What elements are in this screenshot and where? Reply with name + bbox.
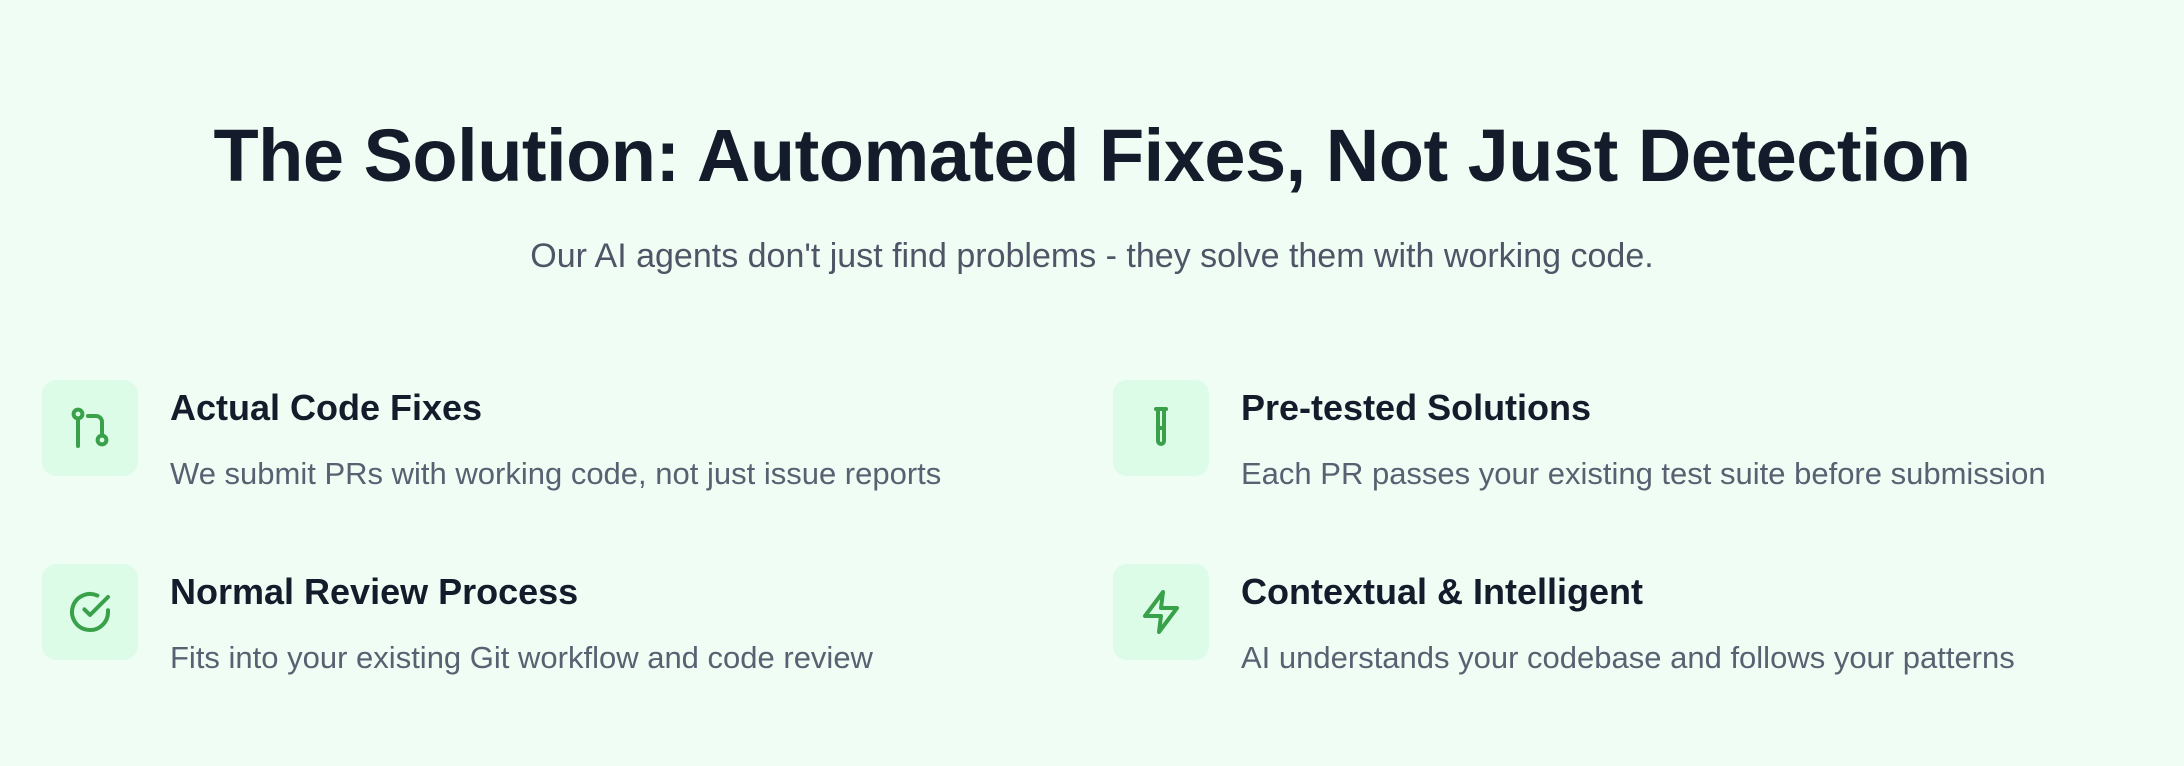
check-circle-icon [70,592,110,632]
lightning-bolt-icon [1143,590,1179,634]
solution-section: The Solution: Automated Fixes, Not Just … [0,0,2184,766]
feature-title: Pre-tested Solutions [1241,387,1592,428]
feature-icon-container [42,380,138,476]
feature-actual-code-fixes: Actual Code Fixes We submit PRs with wor… [42,380,1082,491]
feature-contextual-intelligent: Contextual & Intelligent AI understands … [1113,564,2153,675]
section-title: The Solution: Automated Fixes, Not Just … [213,114,1971,197]
section-subtitle: Our AI agents don't just find problems -… [530,237,1654,275]
feature-description: Fits into your existing Git workflow and… [170,640,873,675]
git-pull-request-icon [71,407,109,448]
feature-pre-tested-solutions: Pre-tested Solutions Each PR passes your… [1113,380,2153,491]
feature-description: We submit PRs with working code, not jus… [170,456,942,491]
feature-title: Actual Code Fixes [170,387,483,428]
feature-description: AI understands your codebase and follows… [1241,640,2015,675]
feature-description: Each PR passes your existing test suite … [1241,456,2046,491]
feature-title: Contextual & Intelligent [1241,571,1644,612]
feature-icon-container [1113,380,1209,476]
feature-title: Normal Review Process [170,571,579,612]
feature-icon-container [42,564,138,660]
feature-normal-review-process: Normal Review Process Fits into your exi… [42,564,1082,675]
feature-icon-container [1113,564,1209,660]
test-tube-icon [1154,407,1168,446]
